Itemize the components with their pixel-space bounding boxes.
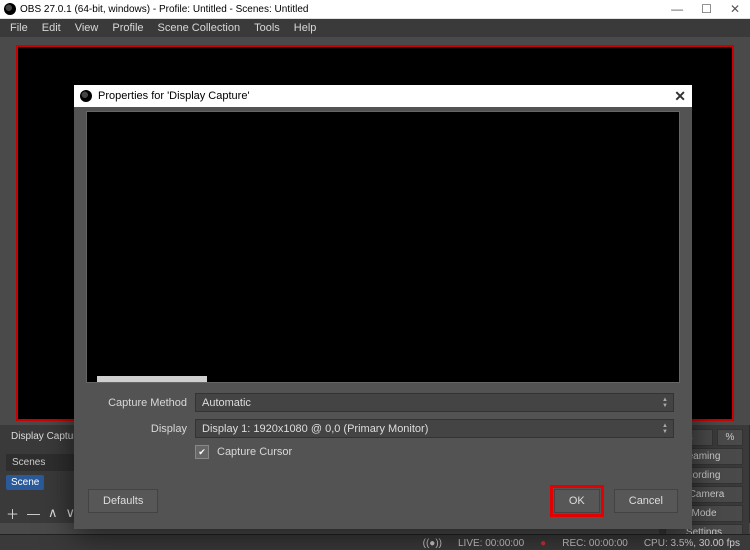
remove-scene-icon[interactable]: —	[27, 506, 40, 521]
scene-item[interactable]: Scene	[6, 475, 44, 490]
status-bar: ((●)) LIVE: 00:00:00 ● REC: 00:00:00 CPU…	[0, 534, 750, 550]
source-preview	[86, 111, 680, 383]
status-live: LIVE: 00:00:00	[458, 538, 524, 549]
properties-dialog: Properties for 'Display Capture' ✕ Captu…	[74, 85, 692, 529]
menu-scene-collection[interactable]: Scene Collection	[158, 22, 241, 34]
app-window: OBS 27.0.1 (64-bit, windows) - Profile: …	[0, 0, 750, 550]
menu-edit[interactable]: Edit	[42, 22, 61, 34]
menu-file[interactable]: File	[10, 22, 28, 34]
menu-tools[interactable]: Tools	[254, 22, 280, 34]
preview-progress-bar	[97, 376, 207, 382]
scenes-tab-label: Scenes	[6, 454, 74, 471]
menu-help[interactable]: Help	[294, 22, 317, 34]
titlebar: OBS 27.0.1 (64-bit, windows) - Profile: …	[0, 0, 750, 19]
dialog-footer: Defaults OK Cancel	[74, 475, 692, 529]
properties-form: Capture Method Automatic ▲▼ Display Disp…	[74, 383, 692, 459]
menu-view[interactable]: View	[75, 22, 99, 34]
display-select[interactable]: Display 1: 1920x1080 @ 0,0 (Primary Moni…	[195, 419, 674, 438]
broadcast-icon: ((●))	[423, 538, 442, 549]
dialog-title: Properties for 'Display Capture'	[98, 90, 250, 102]
menubar: File Edit View Profile Scene Collection …	[0, 19, 750, 37]
obs-logo-icon	[4, 3, 16, 15]
app-body: Display Capture Scenes Scene ＋ — ∧ ∨ ＋ —…	[0, 37, 750, 550]
record-icon: ●	[540, 538, 546, 549]
add-scene-icon[interactable]: ＋	[6, 504, 19, 523]
controls-row-1b[interactable]: %	[717, 429, 743, 446]
menu-profile[interactable]: Profile	[112, 22, 143, 34]
status-cpu: CPU: 3.5%, 30.00 fps	[644, 538, 740, 549]
ok-button[interactable]: OK	[554, 489, 600, 513]
maximize-icon[interactable]: ☐	[701, 2, 712, 16]
minimize-icon[interactable]: —	[671, 2, 683, 16]
capture-cursor-checkbox[interactable]: ✔	[195, 445, 209, 459]
scene-up-icon[interactable]: ∧	[48, 505, 58, 521]
spinner-icon[interactable]: ▲▼	[659, 420, 671, 437]
cancel-button[interactable]: Cancel	[614, 489, 678, 513]
display-label: Display	[92, 423, 187, 435]
close-icon[interactable]: ✕	[674, 88, 686, 105]
capture-method-select[interactable]: Automatic ▲▼	[195, 393, 674, 412]
close-window-icon[interactable]: ✕	[730, 2, 740, 16]
obs-logo-icon	[80, 90, 92, 102]
spinner-icon[interactable]: ▲▼	[659, 394, 671, 411]
dialog-titlebar[interactable]: Properties for 'Display Capture' ✕	[74, 85, 692, 107]
status-rec: REC: 00:00:00	[562, 538, 628, 549]
display-value: Display 1: 1920x1080 @ 0,0 (Primary Moni…	[202, 423, 428, 435]
window-title: OBS 27.0.1 (64-bit, windows) - Profile: …	[20, 4, 308, 15]
capture-method-value: Automatic	[202, 397, 251, 409]
defaults-button[interactable]: Defaults	[88, 489, 158, 513]
capture-method-label: Capture Method	[92, 397, 187, 409]
capture-cursor-label: Capture Cursor	[217, 446, 292, 458]
ok-highlight: OK	[550, 485, 604, 517]
